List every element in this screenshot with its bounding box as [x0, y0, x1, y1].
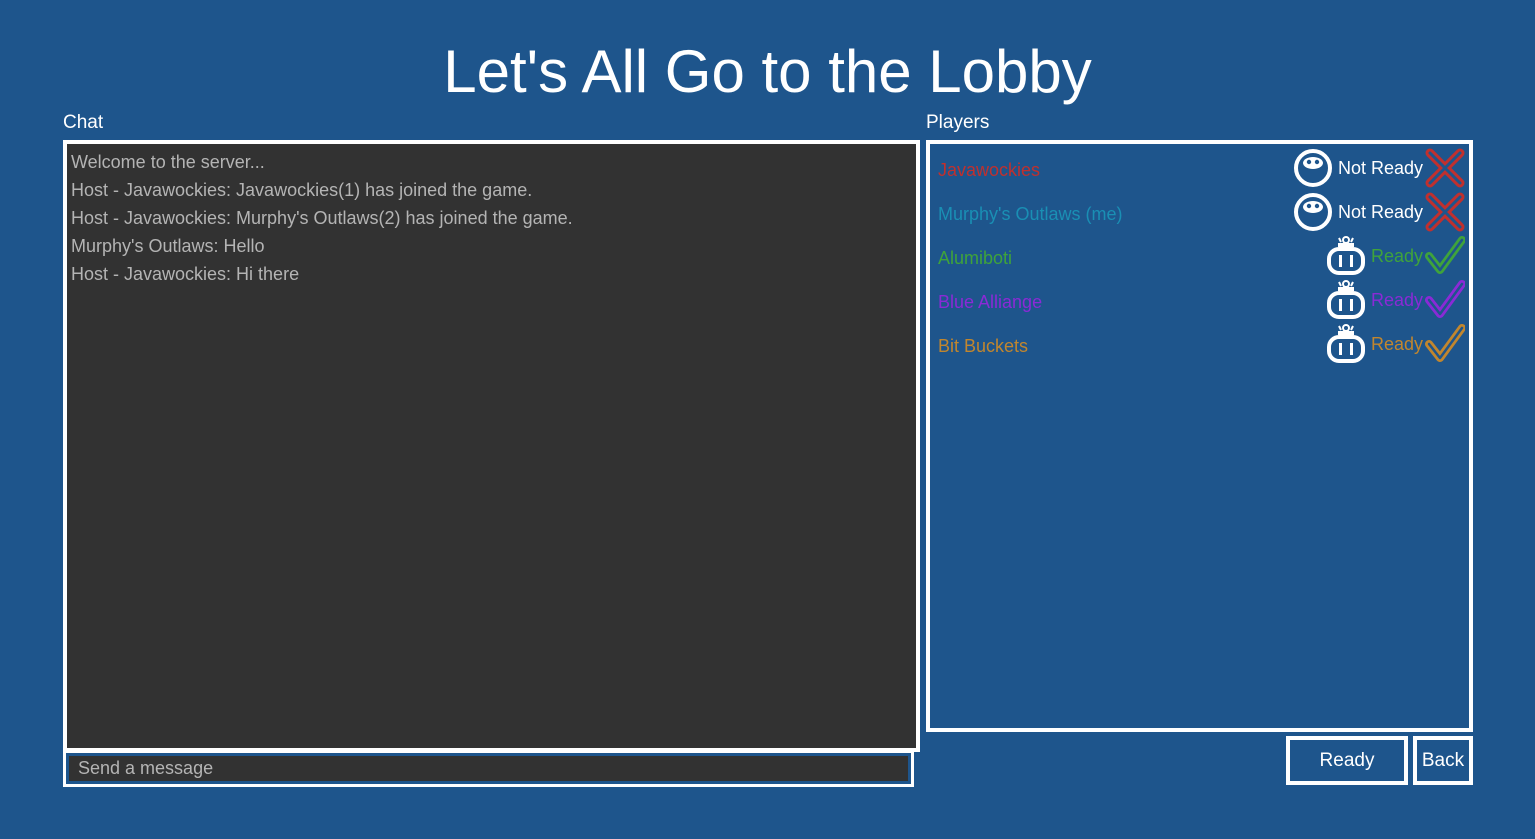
chat-log[interactable]: Welcome to the server... Host - Javawock…: [63, 140, 920, 752]
player-name: Alumiboti: [938, 248, 1013, 268]
players-label: Players: [926, 112, 990, 133]
check-icon: [1425, 324, 1465, 362]
human-icon: [1293, 149, 1332, 187]
x-icon: [1425, 148, 1465, 188]
player-name: Bit Buckets: [938, 336, 1029, 356]
player-row: Blue Alliange Ready: [930, 280, 1469, 320]
page-title: Let's All Go to the Lobby: [443, 38, 1092, 105]
player-row: Bit Buckets Ready: [930, 324, 1469, 364]
lobby-screen: Let's All Go to the Lobby Chat Welcome t…: [0, 0, 1535, 839]
player-status: Ready: [1370, 246, 1423, 266]
player-name: Blue Alliange: [938, 292, 1043, 312]
check-icon: [1425, 280, 1465, 318]
chat-message: Welcome to the server...: [71, 152, 265, 172]
player-status: Ready: [1370, 290, 1423, 310]
player-status-group: Not Ready: [1292, 148, 1465, 188]
player-status: Not Ready: [1337, 158, 1423, 178]
player-row: Javawockies Not Ready: [930, 148, 1469, 188]
check-icon: [1425, 236, 1465, 274]
chat-message: Host - Javawockies: Murphy's Outlaws(2) …: [71, 208, 573, 228]
player-status-group: Ready: [1325, 324, 1465, 364]
chat-message: Host - Javawockies: Javawockies(1) has j…: [71, 180, 533, 200]
player-row: Murphy's Outlaws (me) Not Ready: [930, 192, 1469, 232]
ready-button[interactable]: Ready: [1286, 736, 1408, 785]
player-status-group: Not Ready: [1292, 192, 1465, 232]
player-status: Not Ready: [1337, 202, 1423, 222]
players-list: Javawockies Not Ready Murphy's Outlaws (me…: [926, 140, 1473, 732]
chat-message-input[interactable]: [69, 756, 908, 781]
chat-message: Host - Javawockies: Hi there: [71, 264, 300, 284]
player-name: Javawockies: [938, 160, 1041, 180]
chat-message: Murphy's Outlaws: Hello: [71, 236, 265, 256]
back-button[interactable]: Back: [1413, 736, 1473, 785]
robot-icon: [1326, 236, 1365, 275]
robot-icon: [1326, 324, 1365, 363]
chat-input-frame: [63, 750, 914, 787]
player-row: Alumiboti Ready: [930, 236, 1469, 276]
robot-icon: [1326, 280, 1365, 319]
player-status-group: Ready: [1325, 280, 1465, 320]
human-icon: [1293, 193, 1332, 231]
player-status: Ready: [1370, 334, 1423, 354]
player-status-group: Ready: [1325, 236, 1465, 276]
x-icon: [1425, 192, 1465, 232]
player-name: Murphy's Outlaws (me): [938, 204, 1123, 224]
chat-label: Chat: [63, 112, 104, 133]
